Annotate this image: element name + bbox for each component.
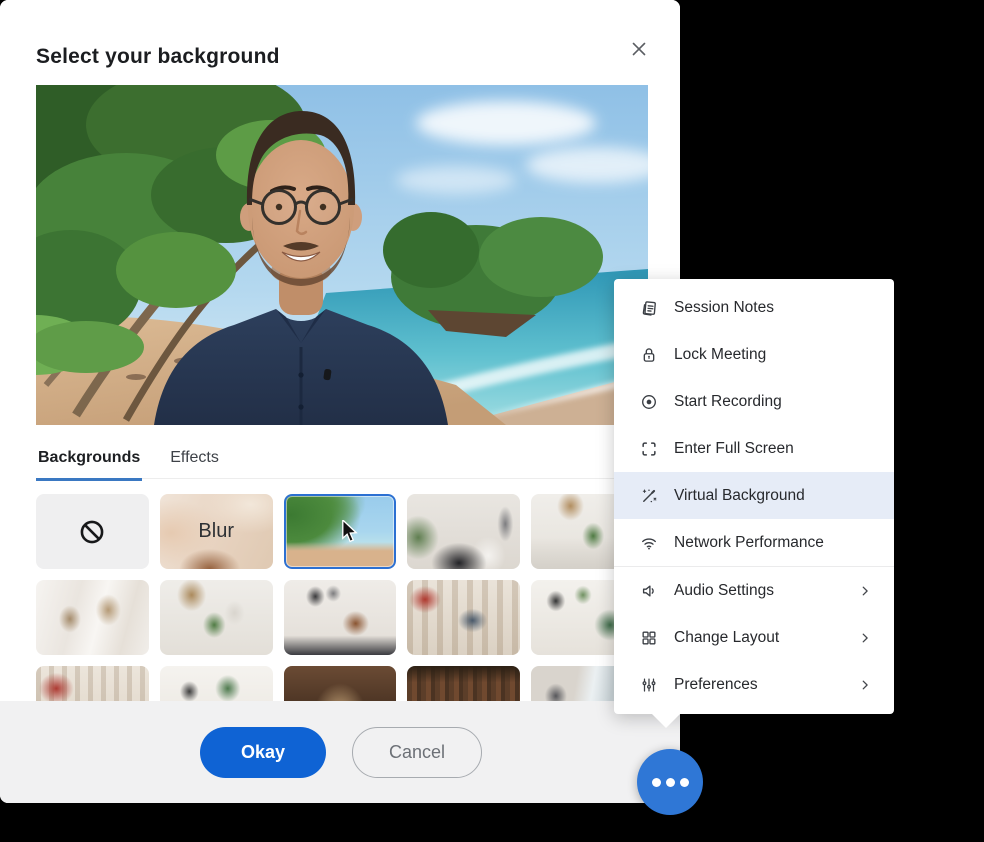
background-blur[interactable]: Blur [160, 494, 273, 569]
beach-preview-scene [36, 85, 648, 425]
menu-item-label: Network Performance [674, 534, 872, 552]
background-grid: Blur [36, 494, 644, 701]
chevron-right-icon [858, 678, 872, 692]
menu-item-start-recording[interactable]: Start Recording [614, 378, 894, 425]
background-bright-hall[interactable] [36, 580, 149, 655]
background-gallery-sofa[interactable] [284, 580, 397, 655]
blur-label: Blur [160, 494, 273, 569]
tab-backgrounds[interactable]: Backgrounds [36, 441, 142, 481]
background-frames-wall[interactable] [160, 666, 273, 701]
notes-icon [640, 299, 658, 317]
menu-item-label: Enter Full Screen [674, 440, 872, 458]
fullscreen-icon [640, 440, 658, 458]
stage: Select your background [0, 0, 984, 842]
cancel-button[interactable]: Cancel [352, 727, 482, 778]
menu-item-network-performance[interactable]: Network Performance [614, 519, 894, 566]
background-beach[interactable] [284, 494, 397, 569]
menu-item-virtual-background[interactable]: Virtual Background [614, 472, 894, 519]
menu-item-change-layout[interactable]: Change Layout [614, 614, 894, 661]
no-background-icon [36, 494, 149, 569]
dialog-title: Select your background [36, 45, 280, 69]
background-clock-shelf[interactable] [160, 580, 273, 655]
wifi-icon [640, 534, 658, 552]
okay-button[interactable]: Okay [200, 727, 326, 778]
ellipsis-dot [666, 778, 675, 787]
lock-icon [640, 346, 658, 364]
background-bookshelf[interactable] [407, 580, 520, 655]
sliders-icon [640, 676, 658, 694]
tab-effects[interactable]: Effects [168, 441, 221, 478]
layout-icon [640, 629, 658, 647]
background-ornate-hall[interactable] [284, 666, 397, 701]
ellipsis-dot [680, 778, 689, 787]
meeting-options-menu: Session Notes Lock Meeting Start Recording… [614, 279, 894, 714]
menu-item-lock-meeting[interactable]: Lock Meeting [614, 331, 894, 378]
dialog-footer: Okay Cancel [0, 701, 680, 803]
mouse-cursor-icon [340, 520, 360, 549]
more-options-button[interactable] [637, 749, 703, 815]
background-tabs: Backgrounds Effects [36, 441, 644, 479]
menu-item-session-notes[interactable]: Session Notes [614, 284, 894, 331]
ellipsis-dot [652, 778, 661, 787]
wand-icon [640, 487, 658, 505]
record-icon [640, 393, 658, 411]
menu-item-label: Session Notes [674, 299, 872, 317]
background-none[interactable] [36, 494, 149, 569]
chevron-right-icon [858, 631, 872, 645]
menu-item-label: Virtual Background [674, 487, 872, 505]
menu-item-preferences[interactable]: Preferences [614, 661, 894, 708]
menu-item-label: Change Layout [674, 629, 858, 647]
menu-item-label: Lock Meeting [674, 346, 872, 364]
dialog-content: Select your background [0, 0, 680, 701]
chevron-right-icon [858, 584, 872, 598]
menu-item-audio-settings[interactable]: Audio Settings [614, 567, 894, 614]
background-shelf-books[interactable] [36, 666, 149, 701]
speaker-icon [640, 582, 658, 600]
menu-item-label: Audio Settings [674, 582, 858, 600]
menu-item-label: Start Recording [674, 393, 872, 411]
camera-preview [36, 85, 648, 425]
background-desk-lamp[interactable] [407, 494, 520, 569]
menu-item-enter-full-screen[interactable]: Enter Full Screen [614, 425, 894, 472]
background-library[interactable] [407, 666, 520, 701]
menu-item-label: Preferences [674, 676, 858, 694]
select-background-dialog: Select your background [0, 0, 680, 803]
close-icon[interactable] [626, 36, 652, 62]
